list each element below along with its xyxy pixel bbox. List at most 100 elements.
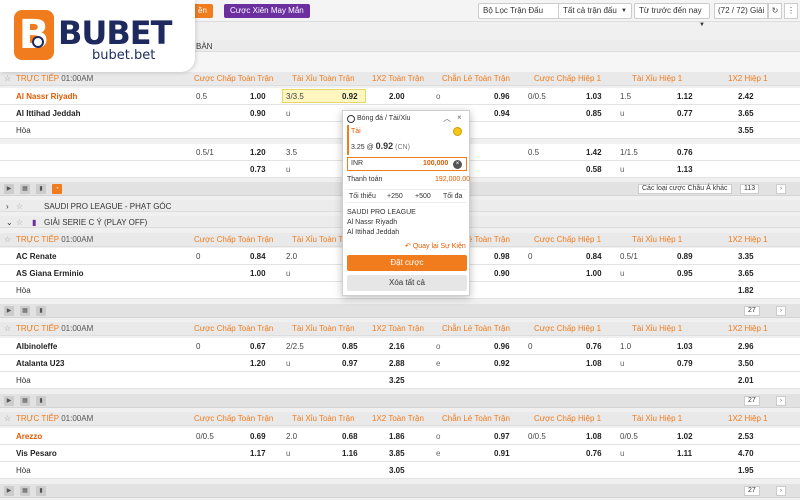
h1-x-odds[interactable]: 1.95 xyxy=(738,466,754,475)
chevron-right-icon[interactable]: › xyxy=(776,486,786,496)
star-icon[interactable]: ☆ xyxy=(4,74,11,83)
oe-odds[interactable]: 0.96 xyxy=(494,342,510,351)
h1-hdp-odds[interactable]: 0.58 xyxy=(586,165,602,174)
stats-icon[interactable]: ▦ xyxy=(20,306,30,316)
h1-x-odds[interactable]: 3.55 xyxy=(738,126,754,135)
h1-ou-odds[interactable]: 1.12 xyxy=(677,92,693,101)
oe-odds[interactable]: 0.90 xyxy=(494,269,510,278)
hdp-odds[interactable]: 0.84 xyxy=(250,252,266,261)
settings-icon[interactable]: ⋮ xyxy=(784,3,798,19)
h1-hdp-odds[interactable]: 1.03 xyxy=(586,92,602,101)
h1-hdp-odds[interactable]: 1.08 xyxy=(586,359,602,368)
x-odds[interactable]: 3.05 xyxy=(389,466,405,475)
close-icon[interactable]: × xyxy=(457,113,462,122)
ou-odds[interactable]: 0.92 xyxy=(342,92,358,101)
hdp-odds[interactable]: 1.17 xyxy=(250,449,266,458)
refresh-icon[interactable]: ↻ xyxy=(768,3,782,19)
minimize-icon[interactable]: ︿ xyxy=(443,113,451,124)
h1-hdp-odds[interactable]: 1.42 xyxy=(586,148,602,157)
chart-icon[interactable]: ▮ xyxy=(36,306,46,316)
h1-ou-odds[interactable]: 0.79 xyxy=(677,359,693,368)
hdp-odds[interactable]: 1.20 xyxy=(250,359,266,368)
clear-input-icon[interactable]: × xyxy=(453,160,462,169)
play-icon[interactable]: ▶ xyxy=(4,184,14,194)
max-stake-button[interactable]: Tối đa xyxy=(443,193,462,200)
oe-odds[interactable]: 0.92 xyxy=(494,359,510,368)
lucky-parlay-button[interactable]: Cược Xiên May Mắn xyxy=(224,4,310,18)
h1-ou-odds[interactable]: 0.95 xyxy=(677,269,693,278)
hdp-odds[interactable]: 0.90 xyxy=(250,109,266,118)
h1-ou-odds[interactable]: 1.11 xyxy=(677,449,692,458)
h1-x-odds[interactable]: 2.53 xyxy=(738,432,754,441)
match-filter-dropdown[interactable]: Bộ Lọc Trận Đấu▼ xyxy=(478,3,570,19)
bet-type-button[interactable]: ền xyxy=(192,4,213,18)
oe-odds[interactable]: 0.96 xyxy=(494,92,510,101)
stats-icon[interactable]: ▦ xyxy=(20,396,30,406)
x-odds[interactable]: 1.86 xyxy=(389,432,405,441)
market-count[interactable]: 27 xyxy=(744,486,760,496)
sort-dropdown[interactable]: Từ trước đến nay ▼ xyxy=(634,3,710,28)
h1-ou-odds[interactable]: 1.13 xyxy=(677,165,693,174)
ou-odds[interactable]: 1.16 xyxy=(342,449,358,458)
oe-odds[interactable]: 0.98 xyxy=(494,252,510,261)
chart-icon[interactable]: ▮ xyxy=(36,184,46,194)
ou-odds[interactable]: 0.85 xyxy=(342,342,358,351)
stake-input[interactable] xyxy=(347,157,467,171)
star-icon[interactable]: ☆ xyxy=(4,414,11,423)
oe-odds[interactable]: 0.94 xyxy=(494,109,510,118)
h1-ou-odds[interactable]: 0.89 xyxy=(677,252,693,261)
h1-x-odds[interactable]: 3.65 xyxy=(738,269,754,278)
stats-icon[interactable]: ▦ xyxy=(20,184,30,194)
chevron-right-icon[interactable]: › xyxy=(776,184,786,194)
chevron-right-icon[interactable]: › xyxy=(776,306,786,316)
oe-odds[interactable]: 0.91 xyxy=(494,449,510,458)
oe-odds[interactable]: 0.97 xyxy=(494,432,510,441)
h1-hdp-odds[interactable]: 1.00 xyxy=(586,269,602,278)
all-matches-dropdown[interactable]: Tất cả trận đấu ▼ xyxy=(558,3,632,19)
star-icon[interactable]: ☆ xyxy=(16,202,23,211)
place-bet-button[interactable]: Đặt cược xyxy=(347,255,467,271)
back-to-event-link[interactable]: ↶ Quay lại Sự Kiện xyxy=(405,242,466,250)
hdp-odds[interactable]: 1.20 xyxy=(250,148,266,157)
play-icon[interactable]: ▶ xyxy=(4,486,14,496)
h1-hdp-odds[interactable]: 1.08 xyxy=(586,432,602,441)
h1-ou-odds[interactable]: 0.77 xyxy=(677,109,693,118)
plus-500-button[interactable]: +500 xyxy=(415,193,431,200)
x-odds[interactable]: 3.85 xyxy=(389,449,405,458)
clear-all-button[interactable]: Xóa tất cả xyxy=(347,275,467,291)
x-odds[interactable]: 2.00 xyxy=(389,92,405,101)
hdp-odds[interactable]: 1.00 xyxy=(250,92,266,101)
hdp-odds[interactable]: 0.67 xyxy=(250,342,266,351)
market-count[interactable]: 27 xyxy=(744,306,760,316)
min-stake-button[interactable]: Tối thiểu xyxy=(349,193,376,200)
ou-odds[interactable]: 0.68 xyxy=(342,432,358,441)
h1-hdp-odds[interactable]: 0.76 xyxy=(586,449,602,458)
chevron-right-icon[interactable]: › xyxy=(776,396,786,406)
chart-icon[interactable]: ▮ xyxy=(36,396,46,406)
ou-odds[interactable]: 0.97 xyxy=(342,359,358,368)
h1-hdp-odds[interactable]: 0.84 xyxy=(586,252,602,261)
x-odds[interactable]: 2.88 xyxy=(389,359,405,368)
star-icon[interactable]: ☆ xyxy=(4,324,11,333)
star-icon[interactable]: ☆ xyxy=(4,235,11,244)
h1-x-odds[interactable]: 2.96 xyxy=(738,342,754,351)
market-count[interactable]: 113 xyxy=(740,184,760,194)
stats-icon[interactable]: ▦ xyxy=(20,486,30,496)
x-odds[interactable]: 3.25 xyxy=(389,376,405,385)
h1-x-odds[interactable]: 2.42 xyxy=(738,92,754,101)
h1-x-odds[interactable]: 2.01 xyxy=(738,376,754,385)
star-icon[interactable]: ☆ xyxy=(16,218,23,227)
play-icon[interactable]: ▶ xyxy=(4,306,14,316)
h1-x-odds[interactable]: 1.82 xyxy=(738,286,754,295)
timer-icon[interactable]: ◔ xyxy=(52,184,62,194)
chart-icon[interactable]: ▮ xyxy=(36,486,46,496)
h1-x-odds[interactable]: 3.50 xyxy=(738,359,754,368)
hdp-odds[interactable]: 0.73 xyxy=(250,165,266,174)
x-odds[interactable]: 2.16 xyxy=(389,342,405,351)
h1-ou-odds[interactable]: 1.03 xyxy=(677,342,693,351)
play-icon[interactable]: ▶ xyxy=(4,396,14,406)
h1-x-odds[interactable]: 4.70 xyxy=(738,449,754,458)
h1-hdp-odds[interactable]: 0.76 xyxy=(586,342,602,351)
h1-x-odds[interactable]: 3.65 xyxy=(738,109,754,118)
stake-amount[interactable]: 100,000 xyxy=(423,160,448,167)
